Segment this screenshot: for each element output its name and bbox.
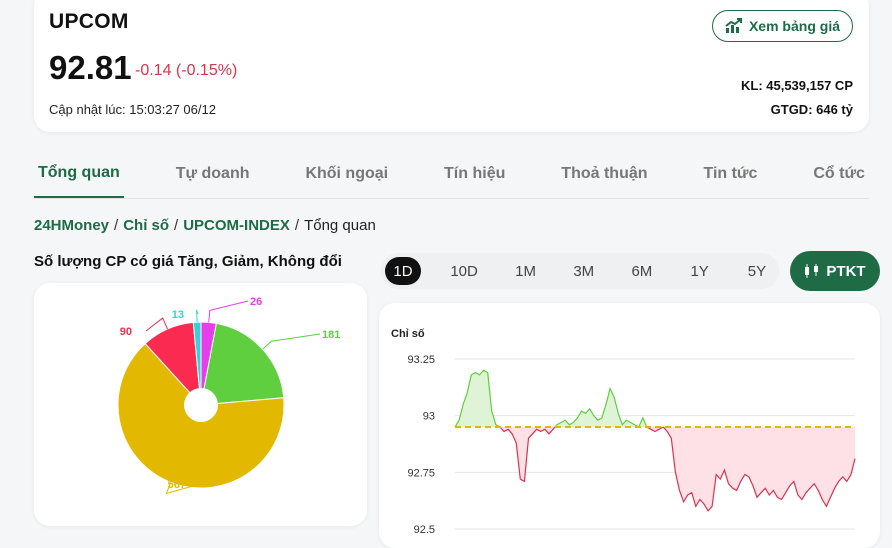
pie-center-hole bbox=[184, 388, 218, 422]
y-tick-label: 92.5 bbox=[414, 524, 435, 536]
tab-proprietary[interactable]: Tự doanh bbox=[172, 150, 254, 198]
index-name: UPCOM bbox=[49, 10, 129, 33]
y-axis-label: Chỉ số bbox=[391, 328, 425, 340]
range-1m[interactable]: 1M bbox=[507, 257, 544, 285]
pie-slice-label: 90 bbox=[120, 326, 132, 338]
y-tick-label: 93 bbox=[423, 411, 435, 423]
breadcrumb-home[interactable]: 24HMoney bbox=[34, 217, 109, 234]
pie-label-leader bbox=[145, 317, 168, 332]
index-price: 92.81 bbox=[49, 49, 132, 86]
breadcrumb: 24HMoney / Chỉ số / UPCOM-INDEX / Tổng quan bbox=[34, 217, 376, 234]
technical-analysis-label: PTKT bbox=[826, 262, 866, 280]
pie-slice-label: 567 bbox=[168, 479, 186, 491]
range-1y[interactable]: 1Y bbox=[682, 257, 718, 285]
trending-up-icon bbox=[725, 18, 742, 33]
view-price-board-button[interactable]: Xem bảng giá bbox=[711, 10, 853, 42]
index-change: -0.14 (-0.15%) bbox=[135, 62, 238, 79]
pie-label-leader bbox=[262, 333, 321, 350]
breadcrumb-separator: / bbox=[294, 217, 300, 234]
y-tick-label: 93.25 bbox=[407, 354, 435, 366]
index-quote-card: UPCOM 92.81 -0.14 (-0.15%) Cập nhật lúc:… bbox=[34, 0, 869, 132]
pie-label-leader bbox=[208, 300, 249, 323]
pie-chart-title: Số lượng CP có giá Tăng, Giảm, Không đổi bbox=[34, 253, 342, 270]
pie-label-leader bbox=[196, 309, 199, 323]
range-1d[interactable]: 1D bbox=[385, 257, 421, 285]
breadcrumb-indices[interactable]: Chỉ số bbox=[123, 217, 169, 234]
pie-chart-card: 26 181 567 90 13 bbox=[34, 283, 367, 526]
range-6m[interactable]: 6M bbox=[623, 257, 660, 285]
candlestick-icon bbox=[805, 264, 819, 278]
technical-analysis-button[interactable]: PTKT bbox=[790, 251, 880, 291]
breadcrumb-separator: / bbox=[114, 217, 119, 234]
tab-signals[interactable]: Tín hiệu bbox=[440, 150, 509, 198]
tab-negotiated[interactable]: Thoả thuận bbox=[557, 150, 651, 198]
pie-slice-label: 181 bbox=[322, 329, 340, 341]
time-range-selector: 1D 10D 1M 3M 6M 1Y 5Y bbox=[381, 253, 779, 289]
breadcrumb-current: Tổng quan bbox=[304, 217, 376, 234]
advance-decline-pie-chart: 26 181 567 90 13 bbox=[117, 296, 340, 495]
breadcrumb-separator: / bbox=[174, 217, 179, 234]
range-5y[interactable]: 5Y bbox=[739, 257, 775, 285]
tab-dividends[interactable]: Cổ tức bbox=[809, 150, 869, 198]
range-3m[interactable]: 3M bbox=[565, 257, 602, 285]
pie-slice-label: 13 bbox=[172, 309, 184, 321]
last-updated: Cập nhật lúc: 15:03:27 06/12 bbox=[49, 102, 216, 117]
tab-bar: Tổng quan Tự doanh Khối ngoại Tín hiệu T… bbox=[34, 150, 869, 199]
breadcrumb-upcom-index[interactable]: UPCOM-INDEX bbox=[183, 217, 290, 234]
intraday-index-chart: Chỉ số 93.25 93 92.75 92.5 bbox=[391, 328, 856, 536]
tab-foreign[interactable]: Khối ngoại bbox=[301, 150, 392, 198]
pie-slice-label: 26 bbox=[250, 296, 262, 308]
tab-news[interactable]: Tin tức bbox=[699, 150, 761, 198]
range-10d[interactable]: 10D bbox=[442, 257, 486, 285]
trading-value: GTGD: 646 tỷ bbox=[770, 102, 853, 117]
trading-volume: KL: 45,539,157 CP bbox=[740, 78, 853, 93]
view-price-board-label: Xem bảng giá bbox=[748, 18, 840, 34]
y-tick-label: 92.75 bbox=[407, 467, 435, 479]
tab-overview[interactable]: Tổng quan bbox=[34, 150, 124, 198]
index-line-chart-card: Chỉ số 93.25 93 92.75 92.5 bbox=[379, 303, 880, 548]
